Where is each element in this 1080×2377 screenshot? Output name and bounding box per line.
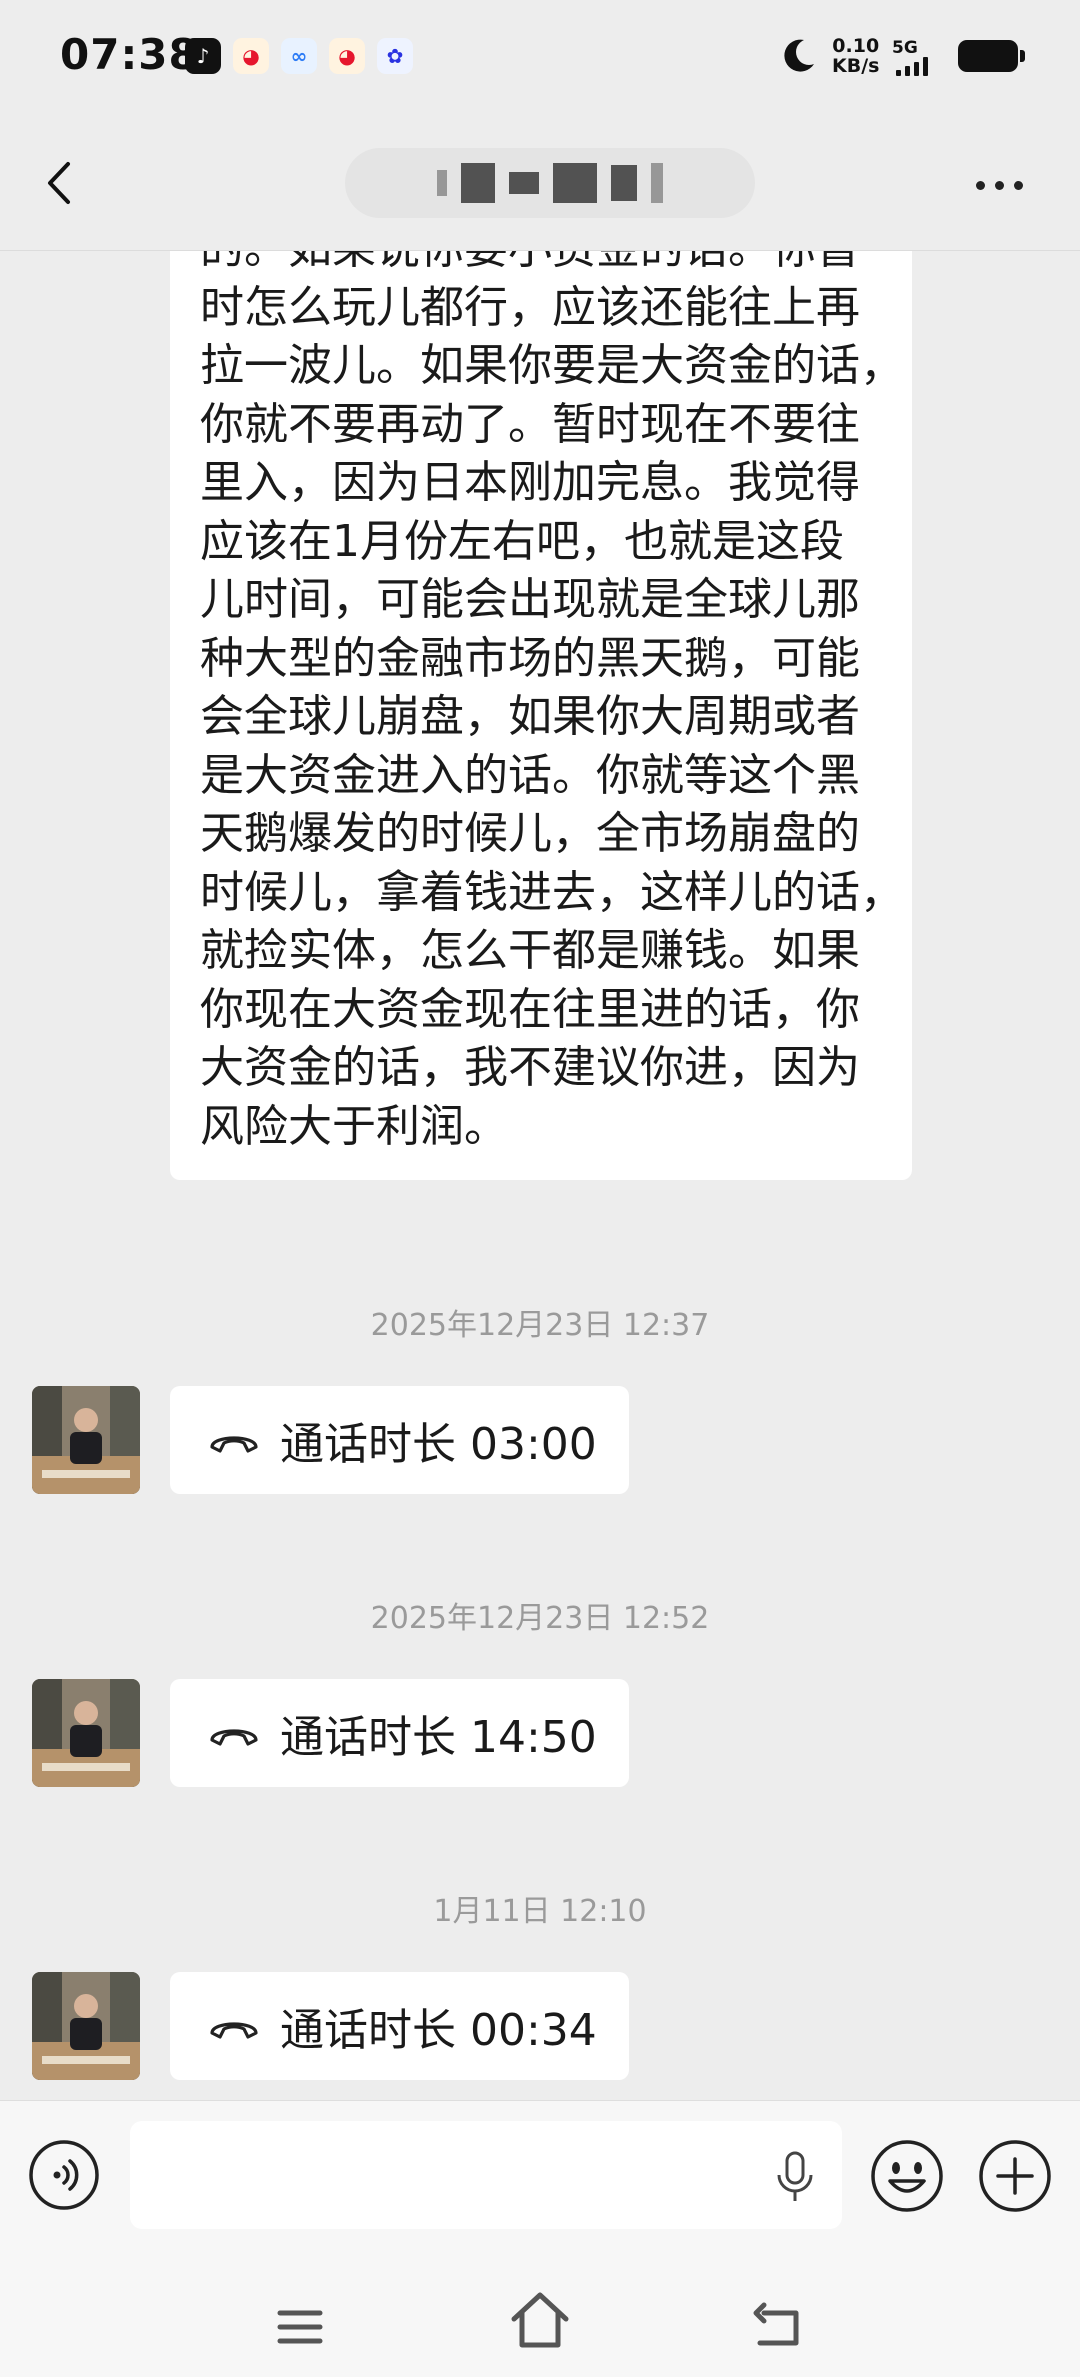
avatar[interactable] (32, 1679, 140, 1787)
back-arrow-icon[interactable] (36, 158, 86, 208)
message-line: 拉一波儿。如果你要是大资金的话， (200, 340, 904, 391)
avatar[interactable] (32, 1386, 140, 1494)
message-line: 天鹅爆发的时候儿，全市场崩盘的 (200, 808, 860, 859)
status-bar: 07:38 ♪ ◕ ∞ ◕ ✿ 0.10 KB/s 5G (0, 0, 1080, 118)
message-timestamp: 2025年12月23日 12:52 (370, 1601, 710, 1636)
back-icon[interactable] (750, 2297, 810, 2357)
network-speed-unit: KB/s (832, 55, 880, 77)
message-line: 你就不要再动了。暂时现在不要往 (200, 398, 860, 450)
message-line: 风险大于利润。 (200, 1100, 508, 1152)
message-line: 的。如果说你要小资金的话。你暂 (200, 250, 912, 279)
cloud-icon: ∞ (281, 38, 317, 74)
do-not-disturb-moon-icon (784, 39, 814, 72)
network-speed-value: 0.10 (832, 35, 880, 57)
avatar[interactable] (32, 1972, 140, 2080)
weibo-icon: ◕ (233, 38, 269, 74)
more-options-icon[interactable] (976, 170, 1036, 200)
message-line: 会全球儿崩盘，如果你大周期或者 (200, 691, 860, 742)
message-line: 应该在1月份左右吧，也就是这段 (200, 515, 844, 567)
notification-icons: ♪ ◕ ∞ ◕ ✿ (185, 38, 413, 74)
chat-input-bar (0, 2100, 1080, 2377)
home-icon[interactable] (508, 2287, 572, 2357)
message-line: 里入，因为日本刚加完息。我觉得 (200, 457, 860, 508)
chat-title-masked (345, 148, 755, 218)
voice-input-icon[interactable] (28, 2139, 100, 2211)
message-timestamp: 1月11日 12:10 (433, 1894, 647, 1929)
message-line: 时怎么玩儿都行，应该还能往上再 (200, 281, 860, 333)
battery-icon (958, 40, 1025, 72)
status-time: 07:38 (60, 30, 199, 79)
network-type: 5G (892, 38, 918, 58)
message-list[interactable]: 的。如果说你要小资金的话。你暂 时怎么玩儿都行，应该还能往上再 拉一波儿。如果你… (0, 250, 1080, 2100)
message-line: 大资金的话，我不建议你进，因为 (200, 1042, 860, 1093)
phone-hangup-icon (210, 1436, 258, 1453)
message-timestamp: 2025年12月23日 12:37 (370, 1308, 710, 1343)
call-duration-label: 通话时长 14:50 (280, 1712, 597, 1763)
call-duration-label: 通话时长 00:34 (280, 2005, 597, 2056)
system-navigation-bar (0, 2277, 1080, 2377)
message-line: 是大资金进入的话。你就等这个黑 (200, 749, 860, 801)
baidu-icon: ✿ (377, 38, 413, 74)
menu-icon[interactable] (270, 2297, 330, 2357)
message-line: 时候儿，拿着钱进去，这样儿的话， (200, 866, 904, 918)
weibo-icon: ◕ (329, 38, 365, 74)
call-record-bubble[interactable]: 通话时长 00:34 (170, 1972, 629, 2080)
call-record-bubble[interactable]: 通话时长 03:00 (170, 1386, 629, 1494)
text-message-bubble[interactable]: 的。如果说你要小资金的话。你暂 时怎么玩儿都行，应该还能往上再 拉一波儿。如果你… (170, 250, 912, 1180)
plus-icon[interactable] (978, 2139, 1052, 2213)
message-line: 你现在大资金现在往里进的话，你 (200, 983, 860, 1035)
microphone-icon[interactable] (770, 2149, 820, 2205)
tiktok-icon: ♪ (185, 38, 221, 74)
message-line: 就捡实体，怎么干都是赚钱。如果 (200, 925, 860, 976)
chat-header (0, 118, 1080, 251)
phone-hangup-icon (210, 1729, 258, 1746)
network-speed: 0.10 KB/s (832, 36, 879, 76)
signal-strength-icon (896, 56, 928, 76)
message-line: 种大型的金融市场的黑天鹅，可能 (200, 632, 860, 684)
message-line: 儿时间，可能会出现就是全球儿那 (200, 574, 860, 625)
phone-hangup-icon (210, 2022, 258, 2039)
message-input[interactable] (130, 2121, 842, 2229)
call-duration-label: 通话时长 03:00 (280, 1419, 597, 1470)
call-record-bubble[interactable]: 通话时长 14:50 (170, 1679, 629, 1787)
emoji-icon[interactable] (870, 2139, 944, 2213)
